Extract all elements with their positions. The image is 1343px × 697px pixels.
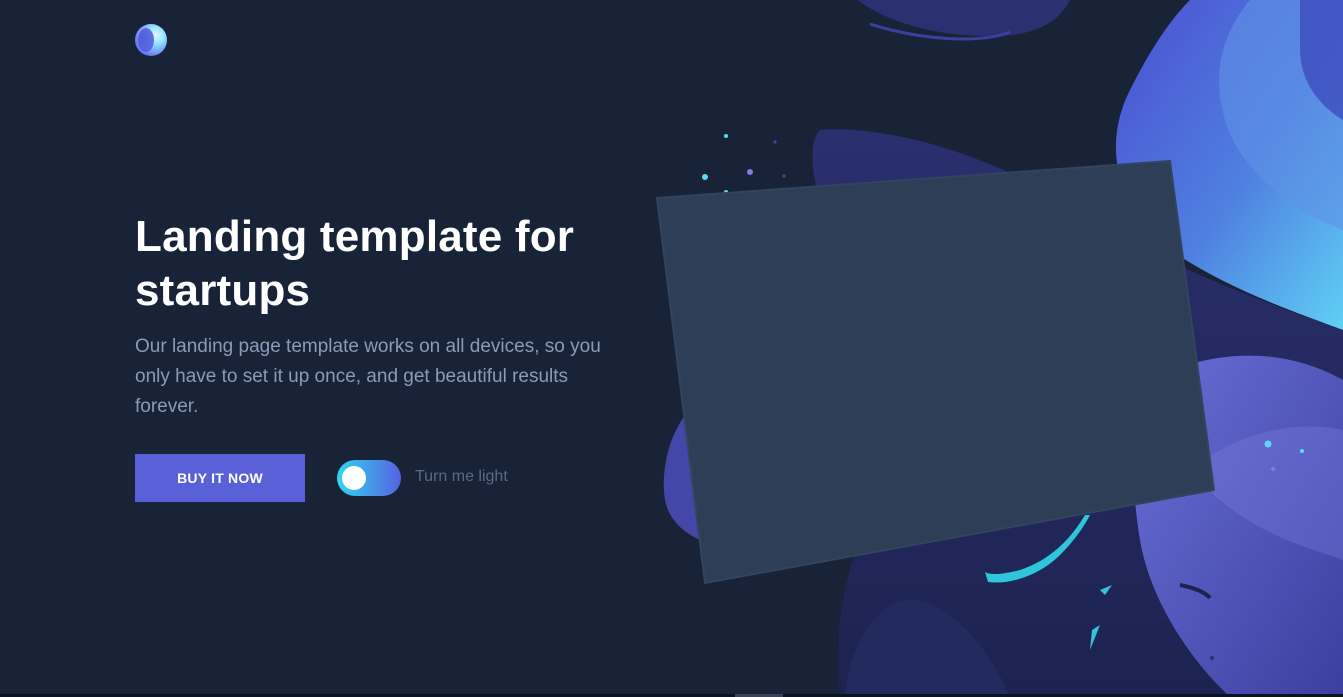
theme-toggle[interactable] [337,460,401,496]
hero-title: Landing template for startups [135,212,575,315]
toggle-knob [342,466,366,490]
toggle-label: Turn me light [415,468,508,485]
hero-paragraph: Our landing page template works on all d… [135,336,601,417]
sphere-logo-icon[interactable] [135,24,167,56]
buy-it-now-button[interactable]: BUY IT NOW [135,454,305,502]
